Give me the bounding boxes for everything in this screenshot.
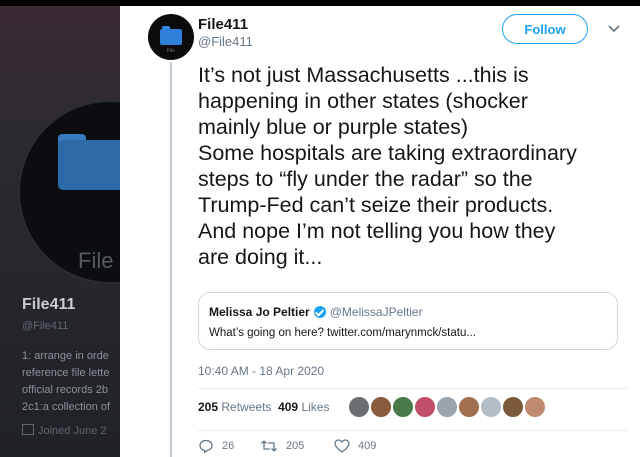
divider <box>198 388 628 389</box>
retweets-label[interactable]: Retweets <box>221 400 271 414</box>
tweet-text-line: happening in other states (shocker <box>198 89 528 113</box>
author-name[interactable]: File411 <box>198 16 248 33</box>
quoted-author: Melissa Jo Peltier @MelissaJPeltier <box>209 305 423 319</box>
reply-icon <box>199 439 213 454</box>
avatar-label: File <box>166 48 176 54</box>
bio-line: 2c1:a collection of <box>22 401 111 413</box>
quoted-author-handle: @MelissaJPeltier <box>329 305 423 319</box>
liker-avatar[interactable] <box>436 396 458 418</box>
tweet-modal: File File411 @File411 Follow It’s not ju… <box>120 6 640 457</box>
tweet-text: It’s not just Massachusetts ...this is h… <box>198 62 628 270</box>
background-avatar-label: File <box>78 248 114 273</box>
calendar-icon <box>22 424 34 435</box>
tweet-text-line: And nope I’m not telling you how they <box>198 219 556 243</box>
divider <box>198 430 628 431</box>
retweet-button[interactable]: 205 <box>260 438 304 454</box>
bio-line: official records 2b <box>22 384 109 396</box>
background-profile-name: File411 <box>22 296 76 313</box>
joined-text: Joined June 2 <box>38 425 107 437</box>
tweet-text-line: mainly blue or purple states) <box>198 115 469 139</box>
liker-avatar[interactable] <box>502 396 524 418</box>
background-profile-bio: 1: arrange in orde reference file lette … <box>22 348 120 416</box>
tweet-text-line: Some hospitals are taking extraordinary <box>198 141 577 165</box>
tweet-timestamp[interactable]: 10:40 AM - 18 Apr 2020 <box>198 364 324 378</box>
heart-icon <box>334 439 350 453</box>
background-profile-handle: @File411 <box>22 320 69 332</box>
verified-badge-icon <box>313 306 326 318</box>
chevron-down-icon[interactable] <box>606 22 622 36</box>
tweet-actions: 26 205 409 <box>198 438 628 456</box>
folder-icon <box>160 29 182 45</box>
tweet-text-line: steps to “fly under the radar” so the <box>198 167 533 191</box>
bio-line: reference file lette <box>22 367 110 379</box>
follow-button[interactable]: Follow <box>502 14 588 44</box>
folder-icon-body <box>58 140 128 190</box>
tweet-text-line: Trump-Fed can’t seize their products. <box>198 193 554 217</box>
quoted-tweet-text: What’s going on here? twitter.com/marynm… <box>209 327 476 339</box>
quoted-author-name: Melissa Jo Peltier <box>209 305 310 319</box>
background-joined-date: Joined June 2 <box>22 424 107 437</box>
liker-avatar[interactable] <box>480 396 502 418</box>
retweet-count: 205 <box>286 440 305 452</box>
likes-count[interactable]: 409 <box>278 400 298 414</box>
liker-avatar[interactable] <box>414 396 436 418</box>
liker-avatar[interactable] <box>524 396 546 418</box>
liker-avatar[interactable] <box>348 396 370 418</box>
thread-line <box>170 62 172 457</box>
author-handle[interactable]: @File411 <box>198 34 253 49</box>
engagement-stats: 205 Retweets 409 Likes <box>198 400 329 414</box>
like-count: 409 <box>358 440 377 452</box>
like-button[interactable]: 409 <box>334 438 376 454</box>
retweets-count[interactable]: 205 <box>198 400 218 414</box>
reply-button[interactable]: 26 <box>198 438 234 454</box>
retweet-icon <box>261 440 277 452</box>
liker-avatar[interactable] <box>458 396 480 418</box>
bio-line: 1: arrange in orde <box>22 350 109 362</box>
tweet-text-line: It’s not just Massachusetts ...this is <box>198 63 529 87</box>
liker-avatar[interactable] <box>370 396 392 418</box>
tweet-text-line: are doing it... <box>198 245 323 269</box>
likes-label[interactable]: Likes <box>301 400 329 414</box>
reply-count: 26 <box>222 440 235 452</box>
liker-avatar[interactable] <box>392 396 414 418</box>
author-avatar[interactable]: File <box>148 14 194 60</box>
quoted-tweet[interactable]: Melissa Jo Peltier @MelissaJPeltier What’… <box>198 292 618 350</box>
